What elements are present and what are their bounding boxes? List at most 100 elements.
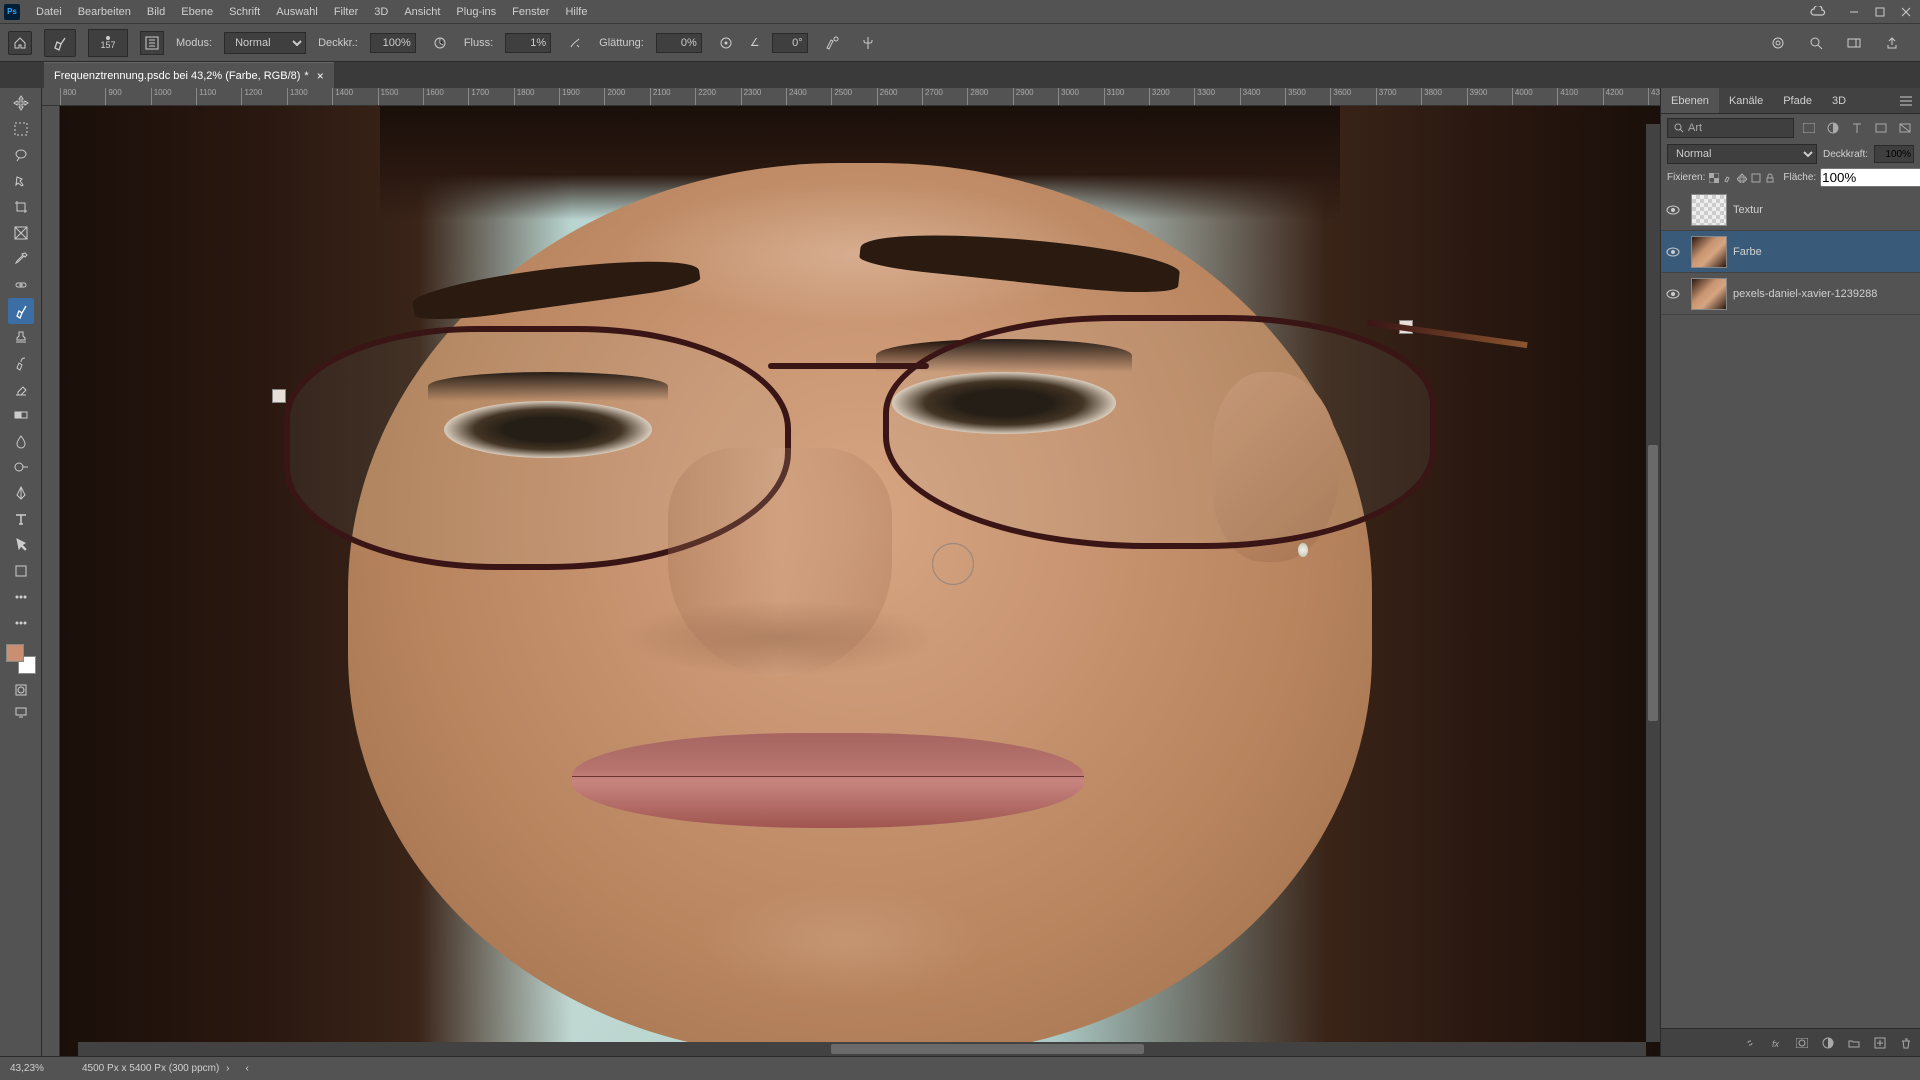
tab-kanaele[interactable]: Kanäle [1719, 88, 1773, 113]
horizontal-ruler[interactable]: 8009001000110012001300140015001600170018… [42, 88, 1660, 106]
airbrush-icon[interactable] [563, 31, 587, 55]
menu-filter[interactable]: Filter [326, 0, 366, 23]
marquee-tool[interactable] [8, 116, 34, 142]
healing-tool[interactable] [8, 272, 34, 298]
menu-bild[interactable]: Bild [139, 0, 173, 23]
share-icon[interactable] [1880, 31, 1904, 55]
pen-tool[interactable] [8, 480, 34, 506]
filter-type-icon[interactable] [1848, 119, 1866, 137]
menu-ebene[interactable]: Ebene [173, 0, 221, 23]
horizontal-scrollbar[interactable] [78, 1042, 1646, 1056]
layer-thumbnail[interactable] [1691, 236, 1727, 268]
eraser-tool[interactable] [8, 376, 34, 402]
pressure-size-icon[interactable] [820, 31, 844, 55]
vertical-scrollbar[interactable] [1646, 124, 1660, 1042]
lock-position-icon[interactable] [1737, 170, 1747, 186]
filter-image-icon[interactable] [1800, 119, 1818, 137]
layer-visibility-icon[interactable] [1661, 289, 1685, 299]
layer-visibility-icon[interactable] [1661, 247, 1685, 257]
layer-visibility-icon[interactable] [1661, 205, 1685, 215]
quickmask-toggle[interactable] [10, 680, 32, 700]
chevron-left-icon[interactable]: ‹ [245, 1063, 248, 1074]
symmetry-icon[interactable] [856, 31, 880, 55]
lock-artboard-icon[interactable] [1751, 170, 1761, 186]
canvas[interactable] [60, 106, 1660, 1056]
current-tool-icon[interactable] [44, 29, 76, 57]
menu-plugins[interactable]: Plug-ins [448, 0, 504, 23]
zoom-level[interactable]: 43,23% [10, 1063, 70, 1074]
brush-panel-toggle[interactable] [140, 31, 164, 55]
menu-hilfe[interactable]: Hilfe [557, 0, 595, 23]
menu-auswahl[interactable]: Auswahl [268, 0, 326, 23]
layer-style-icon[interactable]: fx [1768, 1035, 1784, 1051]
vertical-ruler[interactable] [42, 106, 60, 1056]
flow-input[interactable] [505, 33, 551, 53]
move-tool[interactable] [8, 90, 34, 116]
smoothing-settings-icon[interactable] [714, 31, 738, 55]
layer-fill-input[interactable] [1820, 168, 1920, 187]
quick-select-tool[interactable] [8, 168, 34, 194]
lock-all-icon[interactable] [1765, 170, 1775, 186]
adjustment-layer-icon[interactable] [1820, 1035, 1836, 1051]
layer-row[interactable]: pexels-daniel-xavier-1239288 [1661, 273, 1920, 315]
close-tab-icon[interactable]: × [317, 69, 324, 83]
layer-name[interactable]: Farbe [1733, 246, 1920, 258]
layer-row[interactable]: Textur [1661, 189, 1920, 231]
layer-name[interactable]: pexels-daniel-xavier-1239288 [1733, 288, 1920, 300]
brush-tool[interactable] [8, 298, 34, 324]
tab-pfade[interactable]: Pfade [1773, 88, 1822, 113]
filter-adjust-icon[interactable] [1824, 119, 1842, 137]
menu-3d[interactable]: 3D [366, 0, 396, 23]
delete-layer-icon[interactable] [1898, 1035, 1914, 1051]
workspace-icon[interactable] [1842, 31, 1866, 55]
layer-filter-search[interactable]: Art [1667, 118, 1794, 138]
tab-3d[interactable]: 3D [1822, 88, 1856, 113]
layer-opacity-input[interactable] [1874, 145, 1914, 163]
layer-thumbnail[interactable] [1691, 278, 1727, 310]
smoothing-input[interactable] [656, 33, 702, 53]
lock-pixels-icon[interactable] [1723, 170, 1733, 186]
window-close[interactable] [1896, 4, 1916, 20]
blur-tool[interactable] [8, 428, 34, 454]
type-tool[interactable] [8, 506, 34, 532]
screenmode-toggle[interactable] [10, 702, 32, 722]
foreground-color[interactable] [6, 644, 24, 662]
layer-mask-icon[interactable] [1794, 1035, 1810, 1051]
document-tab[interactable]: Frequenztrennung.psdc bei 43,2% (Farbe, … [44, 62, 334, 88]
more-tools[interactable] [8, 584, 34, 610]
angle-input[interactable] [772, 33, 808, 53]
shape-tool[interactable] [8, 558, 34, 584]
gradient-tool[interactable] [8, 402, 34, 428]
eyedropper-tool[interactable] [8, 246, 34, 272]
home-button[interactable] [8, 31, 32, 55]
pressure-opacity-icon[interactable] [428, 31, 452, 55]
menu-datei[interactable]: Datei [28, 0, 70, 23]
stamp-tool[interactable] [8, 324, 34, 350]
document-info[interactable]: 4500 Px x 5400 Px (300 ppcm) › [82, 1063, 229, 1074]
new-layer-icon[interactable] [1872, 1035, 1888, 1051]
window-minimize[interactable] [1844, 4, 1864, 20]
menu-fenster[interactable]: Fenster [504, 0, 557, 23]
tab-ebenen[interactable]: Ebenen [1661, 88, 1719, 113]
dodge-tool[interactable] [8, 454, 34, 480]
path-select-tool[interactable] [8, 532, 34, 558]
lock-transparency-icon[interactable] [1709, 170, 1719, 186]
frame-tool[interactable] [8, 220, 34, 246]
menu-schrift[interactable]: Schrift [221, 0, 268, 23]
window-maximize[interactable] [1870, 4, 1890, 20]
filter-shape-icon[interactable] [1872, 119, 1890, 137]
link-layers-icon[interactable] [1742, 1035, 1758, 1051]
crop-tool[interactable] [8, 194, 34, 220]
cloud-sync-icon[interactable] [1810, 6, 1826, 18]
cloud-docs-icon[interactable] [1766, 31, 1790, 55]
blend-mode-select[interactable]: Normal [224, 32, 306, 54]
group-layers-icon[interactable] [1846, 1035, 1862, 1051]
search-icon[interactable] [1804, 31, 1828, 55]
layer-blend-select[interactable]: Normal [1667, 144, 1817, 164]
opacity-input[interactable] [370, 33, 416, 53]
menu-ansicht[interactable]: Ansicht [396, 0, 448, 23]
history-brush-tool[interactable] [8, 350, 34, 376]
layer-thumbnail[interactable] [1691, 194, 1727, 226]
layer-row[interactable]: Farbe [1661, 231, 1920, 273]
edit-toolbar[interactable] [8, 610, 34, 636]
